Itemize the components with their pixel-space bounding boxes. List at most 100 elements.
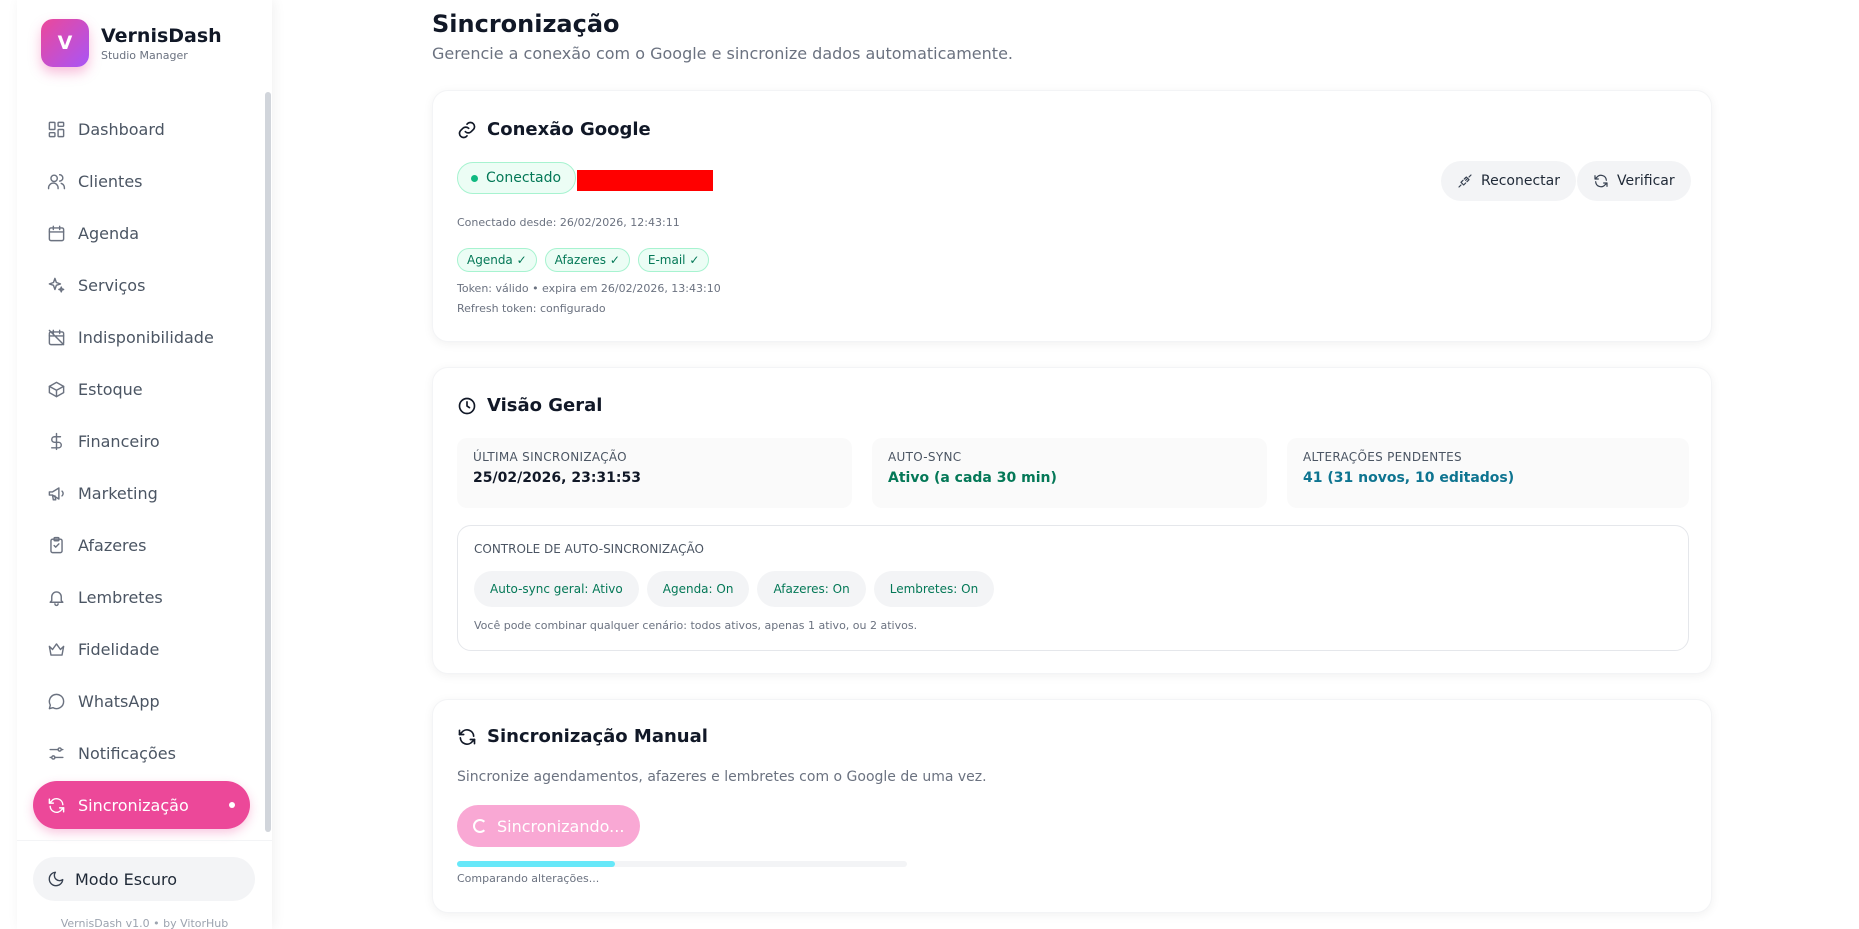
sidebar-item-afazeres[interactable]: Afazeres <box>33 521 250 569</box>
sidebar-item-notificacoes[interactable]: Notificações <box>33 729 250 777</box>
scope-badge: E-mail ✓ <box>637 248 710 272</box>
sidebar-item-estoque[interactable]: Estoque <box>33 365 250 413</box>
refresh-icon <box>48 797 65 813</box>
stat-label: ALTERAÇÕES PENDENTES <box>1303 450 1462 464</box>
grid-icon <box>48 121 65 137</box>
sidebar-nav: Dashboard Clientes Agenda Serviços Indis… <box>33 105 250 833</box>
sidebar-item-label: Financeiro <box>78 431 160 451</box>
active-indicator <box>229 802 235 808</box>
sidebar-item-label: Serviços <box>78 275 146 295</box>
sidebar-item-label: Afazeres <box>78 535 147 555</box>
sidebar-item-label: WhatsApp <box>78 691 160 711</box>
crown-icon <box>48 642 65 656</box>
dollar-icon <box>51 432 62 450</box>
sidebar-scrollbar[interactable] <box>265 92 271 832</box>
sparkles-icon <box>48 277 65 293</box>
connected-since: Conectado desde: 26/02/2026, 12:43:11 <box>457 216 680 229</box>
sidebar-item-marketing[interactable]: Marketing <box>33 469 250 517</box>
stat-last-sync: ÚLTIMA SINCRONIZAÇÃO 25/02/2026, 23:31:5… <box>457 438 852 508</box>
overview-card-title: Visão Geral <box>457 395 602 416</box>
auto-sync-note: Você pode combinar qualquer cenário: tod… <box>474 619 918 632</box>
verify-button[interactable]: Verificar <box>1577 161 1691 201</box>
manual-sync-card: Sincronização Manual Sincronize agendame… <box>432 699 1712 913</box>
calendar-off-icon <box>48 329 65 345</box>
redacted-account <box>577 170 713 191</box>
sidebar-item-label: Agenda <box>78 223 140 243</box>
sidebar-item-financeiro[interactable]: Financeiro <box>33 417 250 465</box>
sync-progress-label: Comparando alterações... <box>457 872 600 885</box>
sidebar-item-servicos[interactable]: Serviços <box>33 261 250 309</box>
toggle-lembretes[interactable]: Lembretes: On <box>873 571 995 607</box>
stat-value: 25/02/2026, 23:31:53 <box>473 470 641 486</box>
manual-sync-description: Sincronize agendamentos, afazeres e lemb… <box>457 769 987 785</box>
megaphone-icon <box>48 486 64 501</box>
sidebar-footer: VernisDash v1.0 • by VitorHub <box>60 917 229 929</box>
status-dot <box>471 174 478 182</box>
brand[interactable]: V VernisDash Studio Manager <box>41 19 222 67</box>
box-icon <box>48 381 65 397</box>
sidebar-item-label: Marketing <box>78 483 158 503</box>
sidebar-item-indisponibilidade[interactable]: Indisponibilidade <box>33 313 250 361</box>
refresh-icon <box>1594 174 1608 188</box>
connection-card: Conexão Google Conectado Reconectar Veri… <box>432 90 1712 342</box>
refresh-token-status: Refresh token: configurado <box>457 302 606 315</box>
sidebar-item-fidelidade[interactable]: Fidelidade <box>33 625 250 673</box>
sliders-icon <box>49 746 64 760</box>
auto-sync-control: CONTROLE DE AUTO-SINCRONIZAÇÃO Auto-sync… <box>457 525 1689 651</box>
sidebar-item-sincronizacao[interactable]: Sincronização <box>33 781 250 829</box>
message-circle-icon <box>48 693 65 709</box>
sidebar-divider <box>17 840 272 841</box>
brand-name: VernisDash <box>101 24 222 47</box>
clipboard-icon <box>50 536 63 553</box>
sidebar-item-label: Dashboard <box>78 119 165 139</box>
plug-icon <box>1458 174 1472 188</box>
sidebar-item-label: Sincronização <box>78 795 189 815</box>
sidebar-item-clientes[interactable]: Clientes <box>33 157 250 205</box>
stat-value: 41 (31 novos, 10 editados) <box>1303 470 1515 486</box>
status-badge: Conectado <box>457 162 577 194</box>
calendar-icon <box>48 225 65 241</box>
brand-logo: V <box>41 19 89 67</box>
sidebar-item-whatsapp[interactable]: WhatsApp <box>33 677 250 725</box>
reconnect-button[interactable]: Reconectar <box>1441 161 1576 201</box>
manual-sync-card-title: Sincronização Manual <box>457 726 708 747</box>
dark-mode-toggle[interactable]: Modo Escuro <box>33 857 255 901</box>
sidebar-item-agenda[interactable]: Agenda <box>33 209 250 257</box>
sync-now-button[interactable]: Sincronizando... <box>457 805 641 847</box>
stat-label: AUTO-SYNC <box>888 450 962 464</box>
token-status: Token: válido • expira em 26/02/2026, 13… <box>457 282 721 295</box>
auto-sync-toggles: Auto-sync geral: Ativo Agenda: On Afazer… <box>474 571 995 607</box>
sidebar-item-label: Indisponibilidade <box>78 327 214 347</box>
bell-icon <box>49 590 64 606</box>
scope-list: Agenda ✓ Afazeres ✓ E-mail ✓ <box>457 248 710 272</box>
sidebar-item-label: Lembretes <box>78 587 163 607</box>
stat-pending-changes: ALTERAÇÕES PENDENTES 41 (31 novos, 10 ed… <box>1287 438 1689 508</box>
sync-progress-fill <box>457 861 615 867</box>
clock-icon <box>458 397 476 414</box>
sidebar-item-label: Clientes <box>78 171 143 191</box>
moon-icon <box>48 871 64 887</box>
overview-card: Visão Geral ÚLTIMA SINCRONIZAÇÃO 25/02/2… <box>432 367 1712 674</box>
stat-label: ÚLTIMA SINCRONIZAÇÃO <box>473 450 627 464</box>
dark-mode-label: Modo Escuro <box>75 869 178 889</box>
sidebar-item-lembretes[interactable]: Lembretes <box>33 573 250 621</box>
stat-auto-sync: AUTO-SYNC Ativo (a cada 30 min) <box>872 438 1267 508</box>
link-icon <box>458 121 476 138</box>
sidebar-item-label: Estoque <box>78 379 143 399</box>
refresh-icon <box>458 728 476 745</box>
sidebar-item-label: Fidelidade <box>78 639 160 659</box>
toggle-afazeres[interactable]: Afazeres: On <box>757 571 866 607</box>
page-subtitle: Gerencie a conexão com o Google e sincro… <box>432 44 1013 63</box>
sidebar-item-label: Notificações <box>78 743 176 763</box>
users-icon <box>47 173 66 189</box>
toggle-auto-sync-general[interactable]: Auto-sync geral: Ativo <box>474 571 639 607</box>
connection-card-title: Conexão Google <box>457 119 651 140</box>
spinner-icon <box>473 819 487 833</box>
sidebar-item-dashboard[interactable]: Dashboard <box>33 105 250 153</box>
page-title: Sincronização <box>432 10 620 38</box>
sync-progress-bar <box>457 861 907 867</box>
toggle-agenda[interactable]: Agenda: On <box>646 571 750 607</box>
scope-badge: Agenda ✓ <box>457 248 537 272</box>
scope-badge: Afazeres ✓ <box>544 248 630 272</box>
stat-value: Ativo (a cada 30 min) <box>888 470 1057 486</box>
